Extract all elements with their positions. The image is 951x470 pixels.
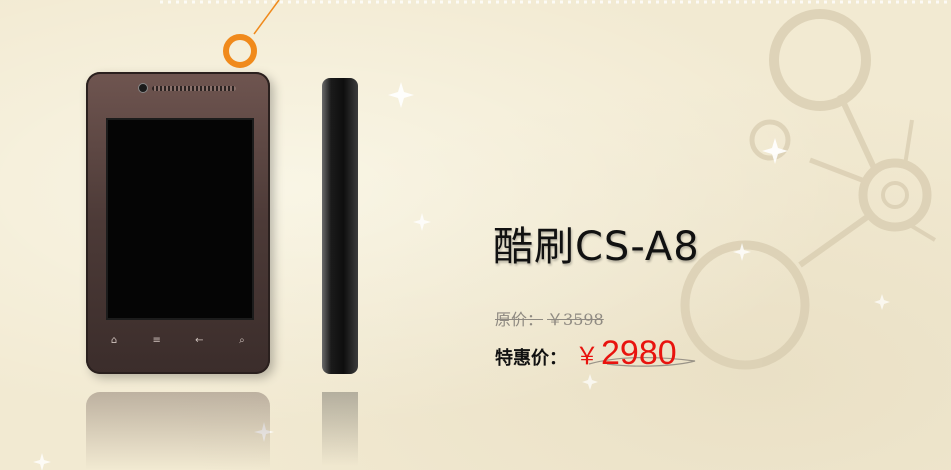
original-price-label: 原价：	[495, 310, 544, 329]
original-price: 原价： ￥3598	[495, 306, 608, 330]
home-icon: ⌂	[110, 335, 118, 346]
phone-camera	[138, 83, 148, 93]
orange-ring-icon	[223, 34, 257, 68]
phone-side-reflection	[322, 392, 358, 466]
phone-side-image	[322, 78, 358, 374]
original-price-value: ￥3598	[547, 310, 604, 329]
phone-front-reflection	[86, 392, 270, 470]
sale-price: 特惠价： ￥2980	[495, 334, 677, 373]
currency-symbol: ￥	[575, 343, 599, 370]
phone-speaker	[152, 86, 236, 91]
phone-keys: ⌂ ≡ ← ⌕	[104, 334, 252, 348]
product-banner: ⌂ ≡ ← ⌕ 酷刷CS-A8 原价： ￥3598 特惠价： ￥2980	[0, 0, 951, 470]
phone-front-image: ⌂ ≡ ← ⌕	[86, 72, 270, 374]
back-icon: ←	[195, 335, 204, 346]
sale-price-amount: 2980	[601, 334, 677, 372]
search-icon: ⌕	[239, 335, 245, 346]
sale-price-label: 特惠价：	[495, 348, 567, 369]
sale-price-value: ￥2980	[575, 334, 677, 372]
product-title: 酷刷CS-A8	[493, 224, 700, 270]
phone-screen	[106, 118, 254, 320]
menu-icon: ≡	[152, 335, 161, 346]
